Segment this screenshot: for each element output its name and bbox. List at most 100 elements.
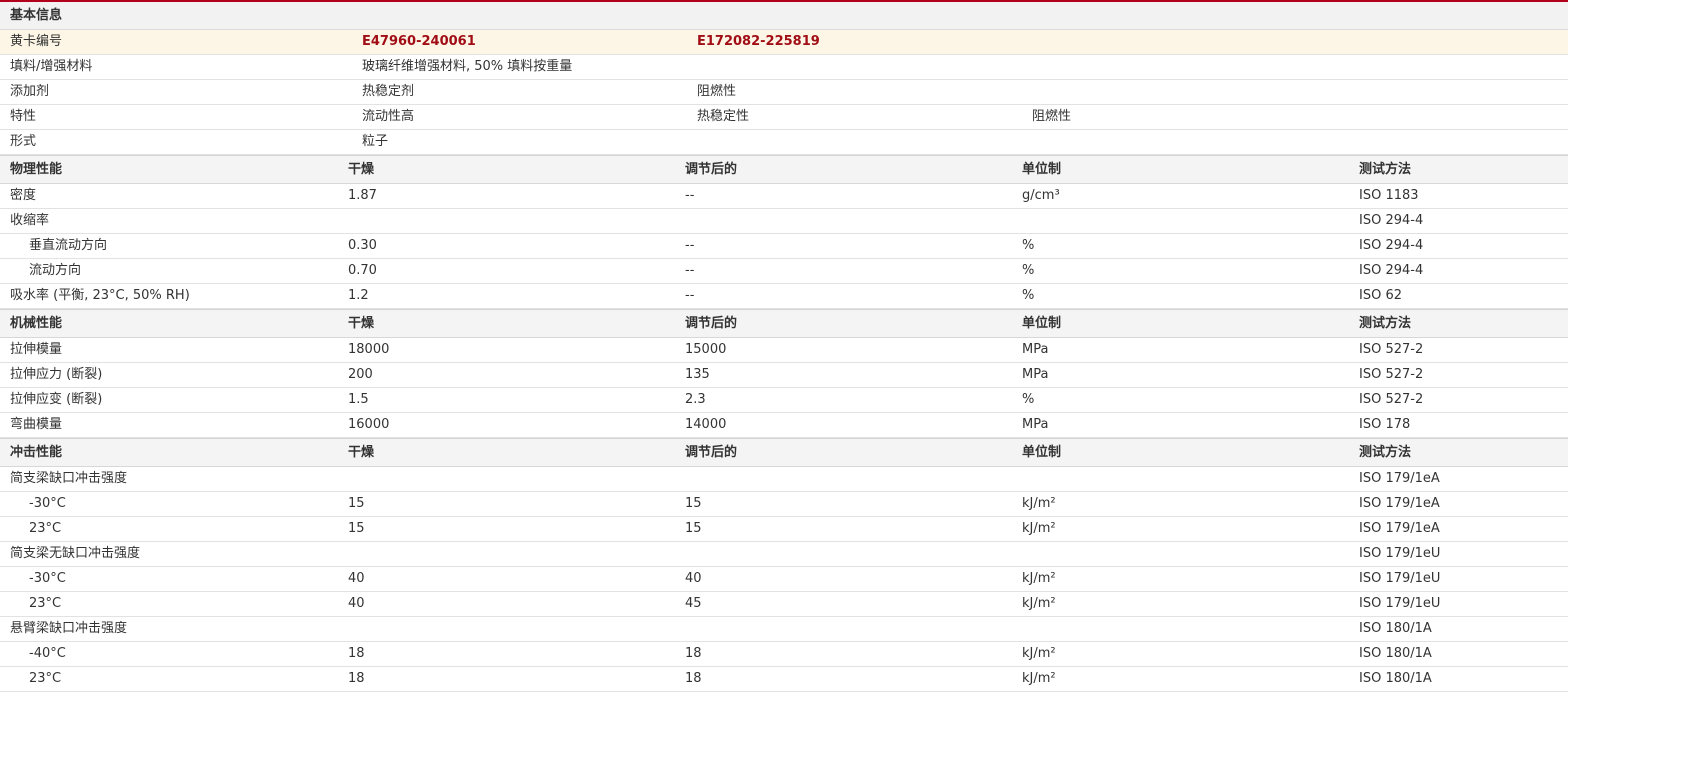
conditioned-value: 15 <box>685 521 702 536</box>
property-name: 拉伸应变 (断裂) <box>10 392 103 407</box>
col-header-unit: 单位制 <box>1022 162 1062 177</box>
col-header-conditioned: 调节后的 <box>685 316 738 331</box>
test-method: ISO 178 <box>1359 417 1411 432</box>
section-title: 基本信息 <box>10 8 63 23</box>
col-header-conditioned: 调节后的 <box>685 445 738 460</box>
test-method: ISO 294-4 <box>1359 238 1424 253</box>
unit: kJ/m² <box>1022 671 1056 686</box>
conditioned-value: 45 <box>685 596 702 611</box>
test-method: ISO 1183 <box>1359 188 1419 203</box>
conditioned-value: 135 <box>685 367 710 382</box>
dry-value: 15 <box>348 496 365 511</box>
conditioned-value: 18 <box>685 671 702 686</box>
col-header-unit: 单位制 <box>1022 445 1062 460</box>
yellow-card-link-1[interactable]: E47960-240061 <box>362 30 476 54</box>
unit: kJ/m² <box>1022 596 1056 611</box>
conditioned-value: -- <box>685 288 695 303</box>
table-row: -30°C 40 40 kJ/m² ISO 179/1eU <box>0 567 1568 592</box>
test-method: ISO 527-2 <box>1359 342 1424 357</box>
col-header-unit: 单位制 <box>1022 316 1062 331</box>
table-row: 弯曲模量 16000 14000 MPa ISO 178 <box>0 413 1568 438</box>
unit: MPa <box>1022 342 1049 357</box>
mechanical-header: 机械性能 干燥 调节后的 单位制 测试方法 <box>0 309 1568 338</box>
property-subname: 23°C <box>29 596 62 611</box>
property-name: 收缩率 <box>10 213 50 228</box>
table-row: -30°C 15 15 kJ/m² ISO 179/1eA <box>0 492 1568 517</box>
table-row: 拉伸应变 (断裂) 1.5 2.3 % ISO 527-2 <box>0 388 1568 413</box>
dry-value: 40 <box>348 596 365 611</box>
yellow-card-link-2[interactable]: E172082-225819 <box>697 30 820 54</box>
table-row: 23°C 18 18 kJ/m² ISO 180/1A <box>0 667 1568 692</box>
test-method: ISO 179/1eU <box>1359 546 1441 561</box>
test-method: ISO 62 <box>1359 288 1402 303</box>
dry-value: 1.5 <box>348 392 369 407</box>
test-method: ISO 294-4 <box>1359 213 1424 228</box>
table-row: 吸水率 (平衡, 23°C, 50% RH) 1.2 -- % ISO 62 <box>0 284 1568 309</box>
unit: MPa <box>1022 367 1049 382</box>
property-subname: -30°C <box>29 496 66 511</box>
test-method: ISO 527-2 <box>1359 392 1424 407</box>
property-subname: -30°C <box>29 571 66 586</box>
property-name: 拉伸应力 (断裂) <box>10 367 103 382</box>
test-method: ISO 179/1eA <box>1359 471 1440 486</box>
basic-value: 玻璃纤维增强材料, 50% 填料按重量 <box>362 59 573 74</box>
conditioned-value: -- <box>685 238 695 253</box>
property-subname: 垂直流动方向 <box>29 238 108 253</box>
col-header-conditioned: 调节后的 <box>685 162 738 177</box>
unit: g/cm³ <box>1022 188 1060 203</box>
property-name: 密度 <box>10 188 37 203</box>
basic-value: 热稳定剂 <box>362 84 415 99</box>
dry-value: 15 <box>348 521 365 536</box>
basic-row-features: 特性 流动性高 热稳定性 阻燃性 <box>0 105 1568 130</box>
property-name: 吸水率 (平衡, 23°C, 50% RH) <box>10 288 190 303</box>
unit: % <box>1022 392 1035 407</box>
basic-row-card: 黄卡编号 E47960-240061 E172082-225819 <box>0 30 1568 55</box>
basic-row-form: 形式 粒子 <box>0 130 1568 155</box>
property-name: 弯曲模量 <box>10 417 63 432</box>
table-row: 密度 1.87 -- g/cm³ ISO 1183 <box>0 184 1568 209</box>
basic-label: 填料/增强材料 <box>10 59 93 74</box>
test-method: ISO 180/1A <box>1359 671 1432 686</box>
conditioned-value: 14000 <box>685 417 727 432</box>
unit: % <box>1022 238 1035 253</box>
col-header-property: 冲击性能 <box>10 445 63 460</box>
conditioned-value: -- <box>685 188 695 203</box>
test-method: ISO 179/1eU <box>1359 571 1441 586</box>
basic-label: 特性 <box>10 109 37 124</box>
basic-value: 阻燃性 <box>1032 109 1072 124</box>
unit: MPa <box>1022 417 1049 432</box>
test-method: ISO 527-2 <box>1359 367 1424 382</box>
impact-header: 冲击性能 干燥 调节后的 单位制 测试方法 <box>0 438 1568 467</box>
basic-label: 添加剂 <box>10 84 50 99</box>
property-name: 拉伸模量 <box>10 342 63 357</box>
basic-row-additive: 添加剂 热稳定剂 阻燃性 <box>0 80 1568 105</box>
col-header-dry: 干燥 <box>348 445 375 460</box>
conditioned-value: 15000 <box>685 342 727 357</box>
basic-label: 形式 <box>10 134 37 149</box>
basic-value: 粒子 <box>362 134 389 149</box>
col-header-property: 机械性能 <box>10 316 63 331</box>
dry-value: 1.2 <box>348 288 369 303</box>
property-subname: 流动方向 <box>29 263 82 278</box>
basic-value: 阻燃性 <box>697 84 737 99</box>
dry-value: 0.30 <box>348 238 377 253</box>
test-method: ISO 179/1eA <box>1359 521 1440 536</box>
table-row: 拉伸应力 (断裂) 200 135 MPa ISO 527-2 <box>0 363 1568 388</box>
property-name: 简支梁无缺口冲击强度 <box>10 546 141 561</box>
dry-value: 18000 <box>348 342 390 357</box>
col-header-method: 测试方法 <box>1359 316 1412 331</box>
test-method: ISO 180/1A <box>1359 621 1432 636</box>
col-header-method: 测试方法 <box>1359 162 1412 177</box>
dry-value: 40 <box>348 571 365 586</box>
basic-value: 热稳定性 <box>697 109 750 124</box>
table-row: 简支梁无缺口冲击强度 ISO 179/1eU <box>0 542 1568 567</box>
dry-value: 1.87 <box>348 188 377 203</box>
property-name: 悬臂梁缺口冲击强度 <box>10 621 128 636</box>
unit: kJ/m² <box>1022 496 1056 511</box>
conditioned-value: -- <box>685 263 695 278</box>
datasheet: 基本信息 黄卡编号 E47960-240061 E172082-225819 填… <box>0 0 1568 766</box>
property-subname: 23°C <box>29 521 62 536</box>
conditioned-value: 18 <box>685 646 702 661</box>
property-subname: -40°C <box>29 646 66 661</box>
test-method: ISO 180/1A <box>1359 646 1432 661</box>
